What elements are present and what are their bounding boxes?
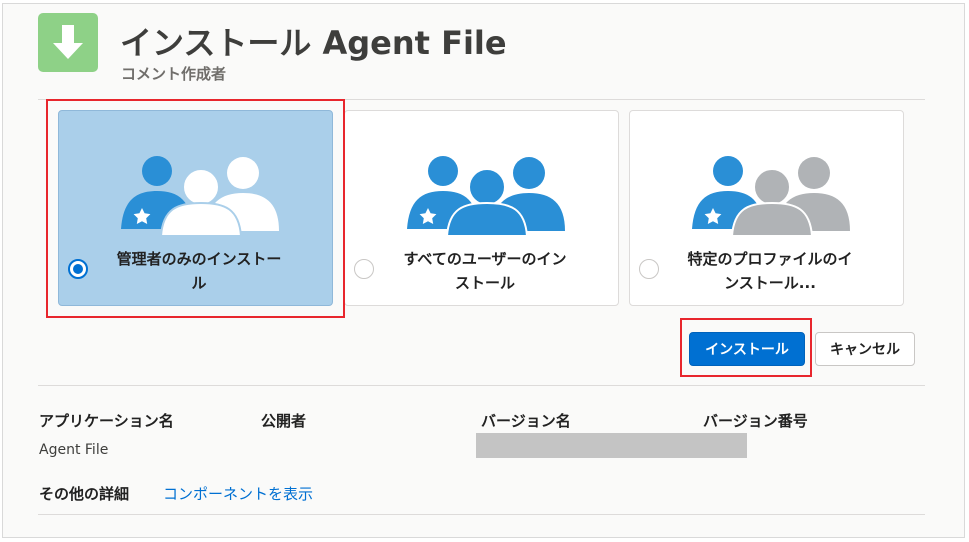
page-title: インストール Agent File: [120, 24, 507, 62]
option-radio[interactable]: [639, 259, 659, 279]
app-name-value: Agent File: [39, 442, 109, 458]
option-label: 特定のプロファイルのイ ンストール...: [687, 250, 853, 292]
header-version-name: バージョン名: [481, 412, 571, 430]
header-publisher: 公開者: [261, 412, 307, 430]
option-specific-profiles[interactable]: 特定のプロファイルのイ ンストール...: [629, 110, 904, 306]
view-components-link[interactable]: コンポーネントを表示: [163, 483, 313, 504]
highlight-box-install: [680, 318, 812, 377]
users-profile-icon: [692, 156, 850, 236]
option-label: すべてのユーザーのイン ストール: [403, 250, 567, 292]
footer-divider: [38, 514, 925, 515]
details-divider: [38, 385, 925, 386]
redacted-version-info: [476, 433, 747, 458]
other-details-label: その他の詳細: [39, 485, 130, 503]
option-radio[interactable]: [354, 259, 374, 279]
users-all-icon: [407, 156, 565, 236]
highlight-box-option: [46, 99, 345, 318]
header-app-name: アプリケーション名: [39, 412, 174, 430]
download-arrow-icon: [38, 13, 98, 72]
page-subtitle: コメント作成者: [121, 65, 227, 83]
cancel-button[interactable]: キャンセル: [815, 332, 915, 366]
option-all-users[interactable]: すべてのユーザーのイン ストール: [344, 110, 619, 306]
header-version-number: バージョン番号: [703, 412, 808, 430]
